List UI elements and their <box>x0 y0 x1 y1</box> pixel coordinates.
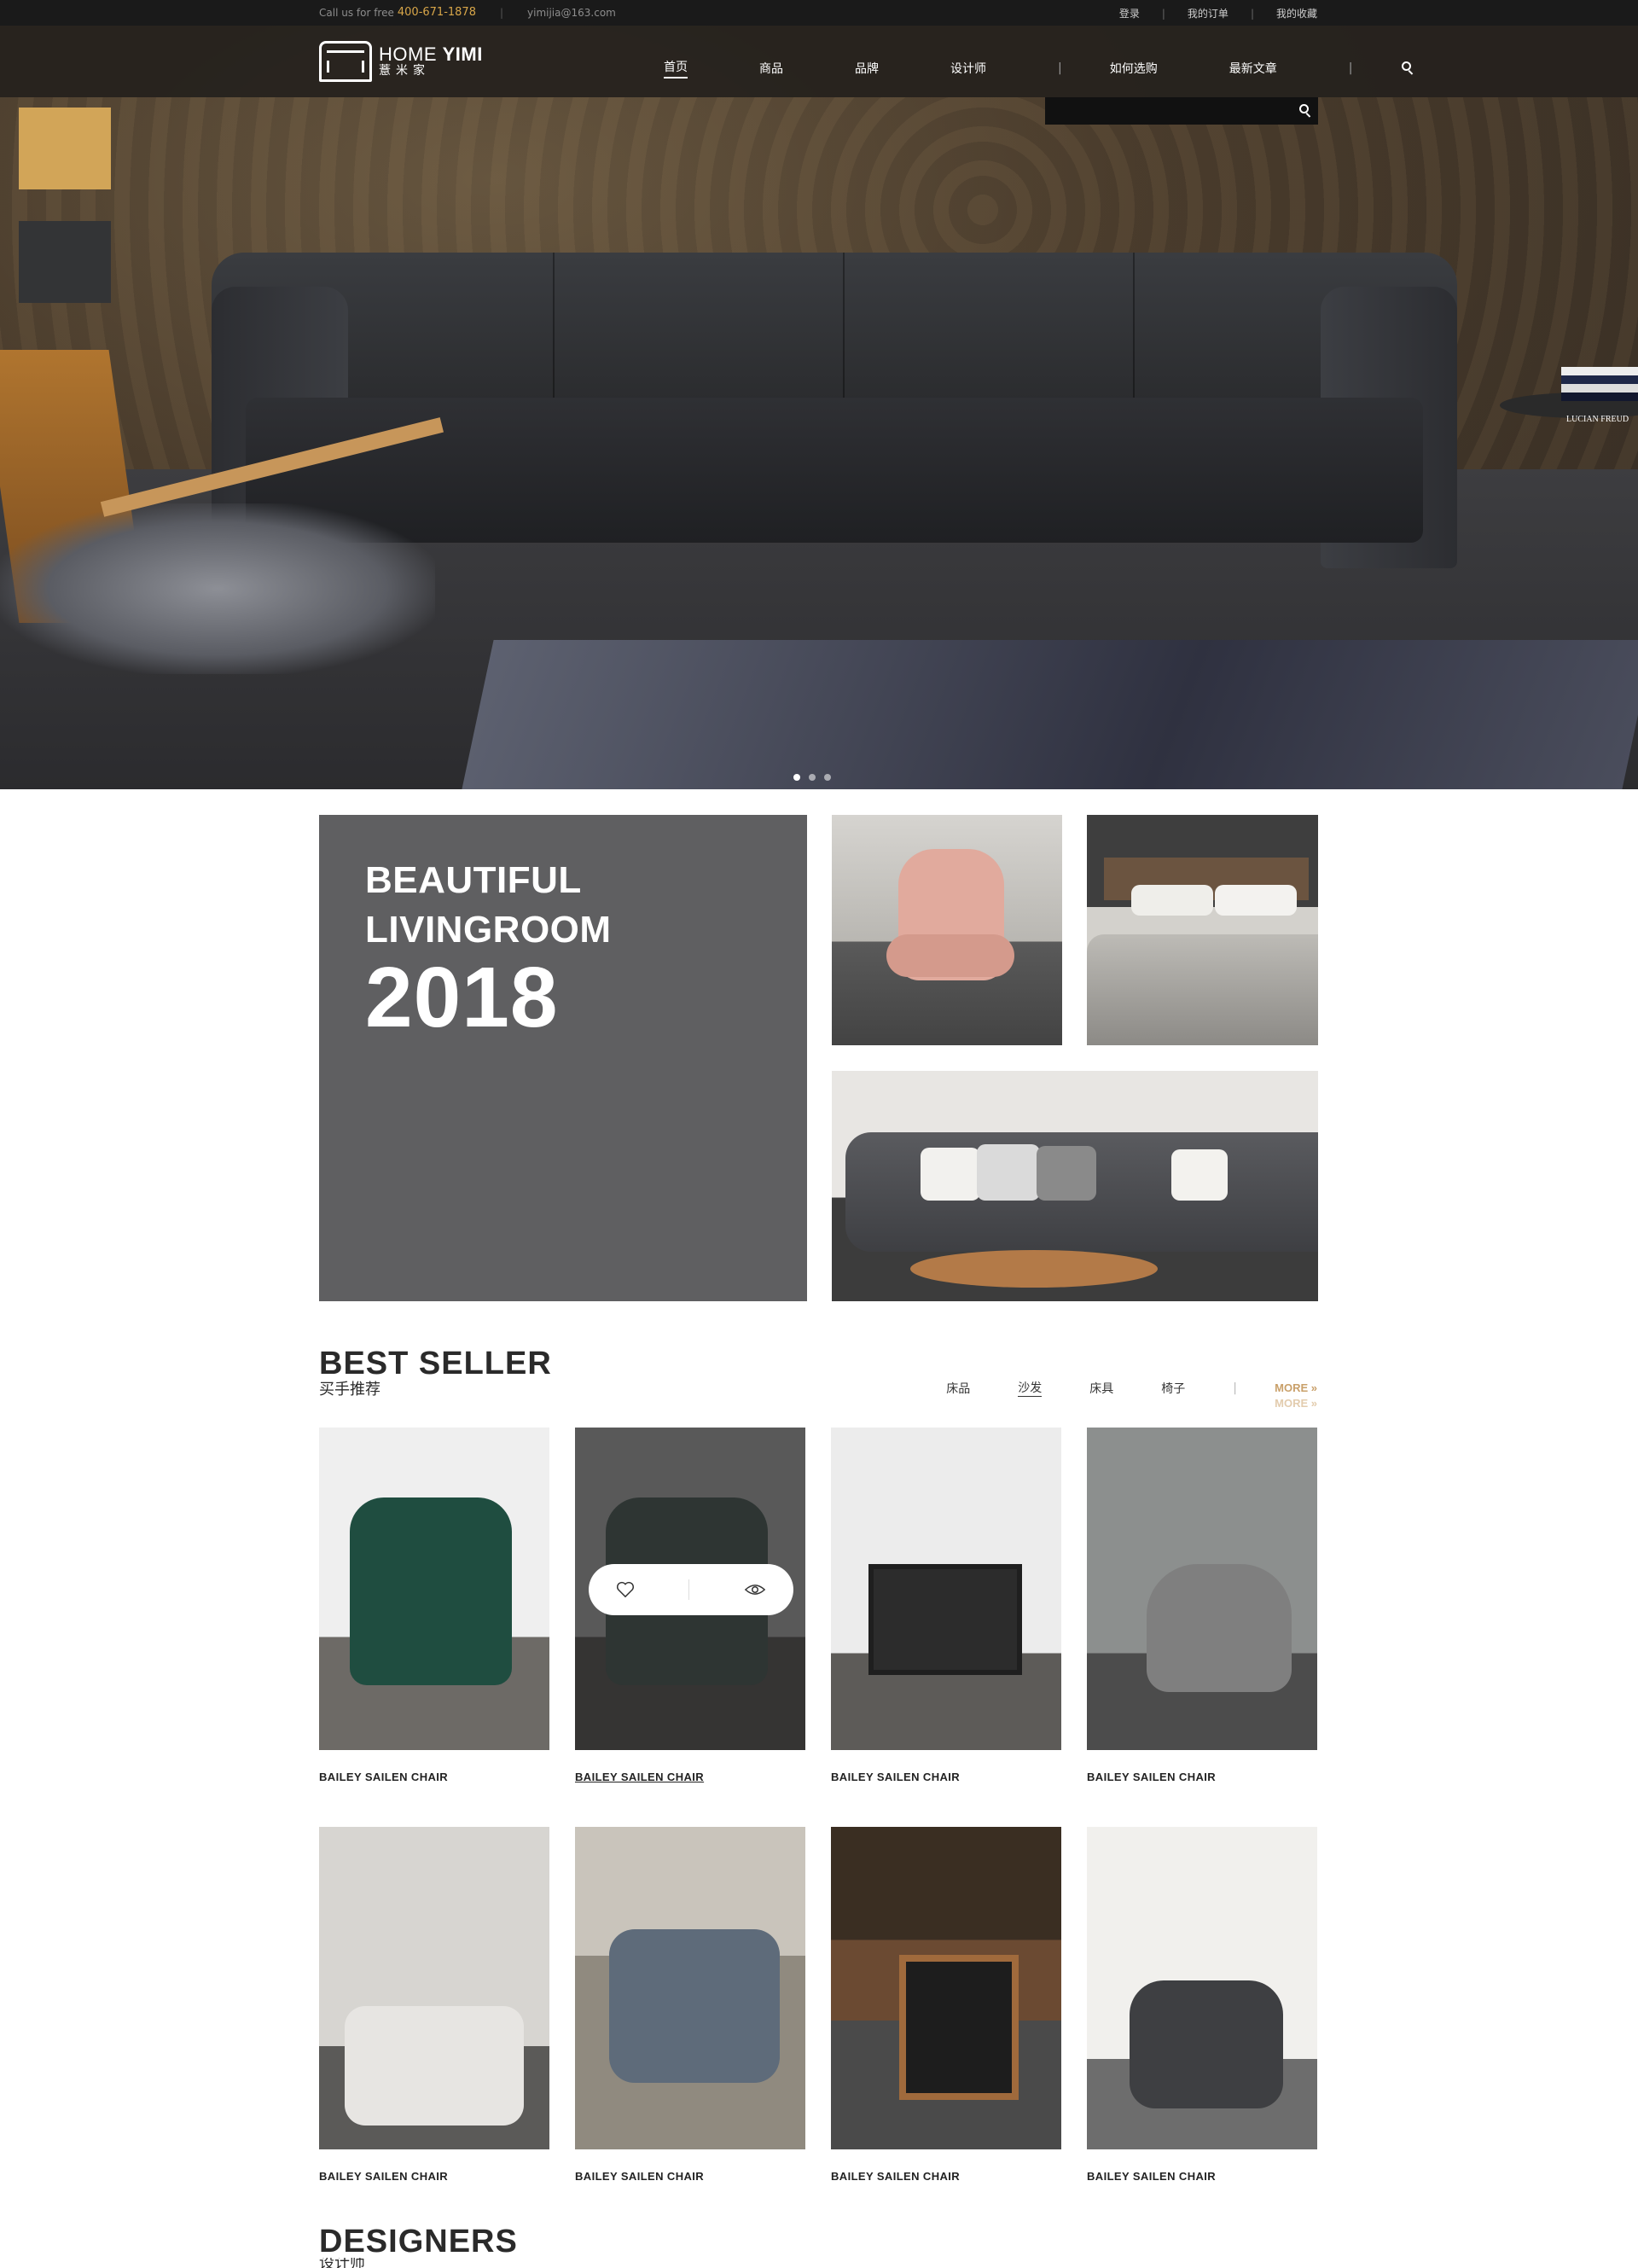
product-image[interactable] <box>319 1827 549 2149</box>
login-link[interactable]: 登录 <box>1119 6 1140 20</box>
more-arrow-icon: » <box>1310 1397 1317 1410</box>
product-name[interactable]: BAILEY SAILEN CHAIR <box>575 2170 805 2183</box>
search-submit-icon[interactable] <box>1298 103 1313 119</box>
product-image[interactable] <box>831 1428 1061 1750</box>
feature-line-2: LIVINGROOM <box>365 909 612 951</box>
color-swatch-gold[interactable] <box>19 108 111 189</box>
more-arrow-icon: » <box>1310 1381 1317 1394</box>
my-orders-link[interactable]: 我的订单 <box>1188 6 1228 20</box>
nav-item-brands[interactable]: 品牌 <box>855 60 879 77</box>
best-seller-subtitle: 买手推荐 <box>319 1381 380 1399</box>
product-card[interactable]: BAILEY SAILEN CHAIR <box>1087 1428 1317 1783</box>
product-image[interactable] <box>575 1827 805 2149</box>
nav-item-designers[interactable]: 设计师 <box>950 60 986 77</box>
hero-banner: LUCIAN FREUD <box>0 26 1638 789</box>
more-label: MORE <box>1275 1381 1309 1394</box>
filter-bed-furniture[interactable]: 床具 <box>1089 1380 1113 1397</box>
logo-word-yimi: YIMI <box>442 44 483 66</box>
hero-books <box>1561 367 1638 401</box>
product-image[interactable] <box>831 1827 1061 2149</box>
designers-subtitle: 设计师 <box>319 2258 365 2268</box>
best-seller-heading: BEST SELLER 买手推荐 <box>319 1346 552 1399</box>
heart-icon[interactable] <box>616 1581 635 1598</box>
feature-line-1: BEAUTIFUL <box>365 859 582 901</box>
action-divider <box>688 1579 690 1600</box>
carousel-dots <box>793 774 839 781</box>
email-link[interactable]: yimijia@163.com <box>527 7 616 19</box>
product-image[interactable] <box>575 1428 805 1750</box>
filter-sofa[interactable]: 沙发 <box>1018 1379 1043 1397</box>
more-label-hover: MORE <box>1275 1397 1309 1410</box>
product-card[interactable]: BAILEY SAILEN CHAIR <box>575 1827 805 2183</box>
product-image[interactable] <box>319 1428 549 1750</box>
logo-mark-icon <box>319 41 372 82</box>
hero-book-title: LUCIAN FREUD <box>1566 415 1629 424</box>
eye-icon[interactable] <box>744 1582 766 1597</box>
feature-photo-grey-sofa[interactable] <box>832 1071 1318 1301</box>
best-seller-title: BEST SELLER <box>319 1346 552 1381</box>
product-image[interactable] <box>1087 1428 1317 1750</box>
filter-separator: | <box>1233 1381 1237 1395</box>
category-filters: 床品 沙发 床具 椅子 | <box>898 1379 1237 1397</box>
product-name[interactable]: BAILEY SAILEN CHAIR <box>319 2170 549 2183</box>
product-card[interactable]: BAILEY SAILEN CHAIR <box>319 1827 549 2183</box>
topbar-separator: | <box>499 6 504 19</box>
product-card[interactable]: BAILEY SAILEN CHAIR <box>575 1428 805 1783</box>
nav-item-products[interactable]: 商品 <box>759 60 783 77</box>
product-name[interactable]: BAILEY SAILEN CHAIR <box>831 2170 1061 2183</box>
search-input[interactable] <box>1045 97 1292 125</box>
product-name[interactable]: BAILEY SAILEN CHAIR <box>1087 1771 1317 1783</box>
product-card[interactable]: BAILEY SAILEN CHAIR <box>831 1428 1061 1783</box>
product-card[interactable]: BAILEY SAILEN CHAIR <box>319 1428 549 1783</box>
topbar-separator: | <box>1250 7 1254 20</box>
designers-title: DESIGNERS <box>319 2224 518 2259</box>
product-actions <box>589 1564 793 1615</box>
feature-photo-bedroom[interactable] <box>1087 815 1318 1045</box>
site-logo[interactable]: HOME YIMI 薏米家 <box>319 41 483 82</box>
carousel-dot-3[interactable] <box>824 774 831 781</box>
product-name[interactable]: BAILEY SAILEN CHAIR <box>319 1771 549 1783</box>
nav-search-icon[interactable] <box>1400 61 1415 76</box>
nav-separator: | <box>1058 61 1062 75</box>
product-name[interactable]: BAILEY SAILEN CHAIR <box>575 1771 805 1783</box>
product-card[interactable]: BAILEY SAILEN CHAIR <box>1087 1827 1317 2183</box>
hero-leather-chair <box>0 333 444 742</box>
product-card[interactable]: BAILEY SAILEN CHAIR <box>831 1827 1061 2183</box>
main-header: HOME YIMI 薏米家 首页 商品 品牌 设计师 | 如何选购 最新文章 | <box>0 26 1638 97</box>
carousel-dot-1[interactable] <box>793 774 800 781</box>
product-name[interactable]: BAILEY SAILEN CHAIR <box>1087 2170 1317 2183</box>
feature-photo-pink-chair[interactable] <box>832 815 1062 1045</box>
nav-item-latest-articles[interactable]: 最新文章 <box>1229 60 1277 77</box>
call-label: Call us for free <box>319 6 394 19</box>
feature-banner[interactable]: BEAUTIFUL LIVINGROOM 2018 <box>319 815 807 1301</box>
search-dropdown <box>1045 97 1318 125</box>
phone-number[interactable]: 400-671-1878 <box>398 6 476 19</box>
filter-chairs[interactable]: 椅子 <box>1161 1380 1185 1397</box>
feature-year: 2018 <box>365 950 559 1045</box>
nav-item-home[interactable]: 首页 <box>664 58 688 79</box>
topbar-separator: | <box>1161 7 1165 20</box>
more-link[interactable]: MORE » MORE » <box>1275 1381 1317 1411</box>
product-name[interactable]: BAILEY SAILEN CHAIR <box>831 1771 1061 1783</box>
main-nav: 首页 商品 品牌 设计师 | 如何选购 最新文章 | <box>664 58 1415 79</box>
top-utility-bar: Call us for free 400-671-1878 | yimijia@… <box>0 0 1638 26</box>
carousel-dot-2[interactable] <box>809 774 816 781</box>
logo-word-home: HOME <box>379 44 437 66</box>
hero-rug <box>462 640 1638 789</box>
filter-bedding[interactable]: 床品 <box>946 1380 970 1397</box>
product-image[interactable] <box>1087 1827 1317 2149</box>
color-swatch-dark[interactable] <box>19 221 111 303</box>
nav-item-how-to-buy[interactable]: 如何选购 <box>1110 60 1158 77</box>
my-favorites-link[interactable]: 我的收藏 <box>1276 6 1317 20</box>
nav-separator: | <box>1348 61 1353 75</box>
logo-chinese-name: 薏米家 <box>379 64 430 79</box>
